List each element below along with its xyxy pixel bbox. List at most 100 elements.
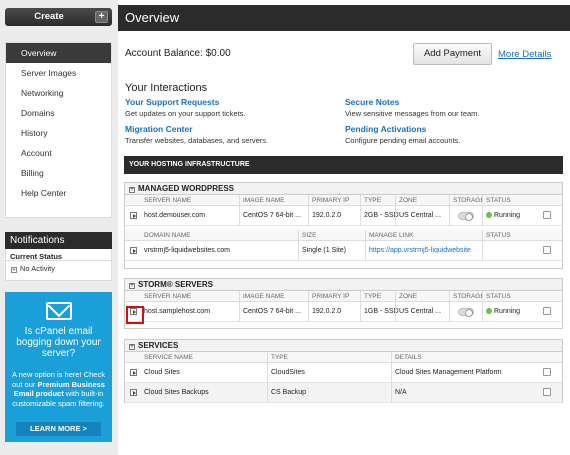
create-label: Create (34, 11, 64, 22)
sidebar-item-billing[interactable]: Billing (6, 163, 111, 183)
server-zone: US Central ... (399, 212, 442, 219)
column-header: STATUS (486, 232, 511, 239)
server-name: host.demouser.com (144, 212, 206, 219)
table-header-row: SERVICE NAME TYPE DETAILS (125, 352, 562, 363)
secure-notes-link[interactable]: Secure Notes (345, 97, 399, 107)
storm-servers-header[interactable]: + STORM® SERVERS (125, 279, 562, 291)
expand-row-icon[interactable] (130, 389, 137, 396)
column-header: STORAGE (453, 293, 483, 300)
image-name: CentOS 7 64-bit ... (243, 308, 301, 315)
domain-name: vrstrmj5-liquidwebsites.com (144, 247, 230, 254)
section-title: STORM® SERVERS (138, 280, 213, 289)
managed-wordpress-header[interactable]: + MANAGED WORDPRESS (125, 183, 562, 195)
page-header: Overview (118, 5, 570, 31)
section-title: SERVICES (138, 341, 179, 350)
column-header: SERVER NAME (144, 293, 192, 300)
server-type: 1GB - SSD (364, 308, 399, 315)
notifications-panel: Current Status + No Activity (5, 249, 112, 281)
promo-banner[interactable]: Is cPanel email bogging down your server… (5, 292, 112, 442)
sidebar-item-history[interactable]: History (6, 123, 111, 143)
infrastructure-title: YOUR HOSTING INFRASTRUCTURE (124, 156, 563, 174)
column-header: ZONE (399, 197, 418, 204)
status-label: Running (494, 212, 521, 219)
page-title: Overview (125, 10, 180, 25)
service-type: CloudSites (271, 369, 305, 376)
sidebar-item-help-center[interactable]: Help Center (6, 183, 111, 203)
storm-servers-section: + STORM® SERVERS SERVER NAME IMAGE NAME P… (124, 278, 563, 329)
sidebar: Create + Overview Server Images Networki… (0, 0, 118, 455)
server-name: host.samplehost.com (144, 308, 211, 315)
column-header: SERVICE NAME (144, 354, 194, 361)
expand-row-icon[interactable] (130, 369, 137, 376)
learn-more-button[interactable]: LEARN MORE > (16, 422, 101, 436)
more-details-link[interactable]: More Details (498, 49, 551, 60)
storage-toggle[interactable] (458, 308, 474, 317)
row-checkbox[interactable] (543, 368, 551, 376)
table-row[interactable]: host.samplehost.com CentOS 7 64-bit ... … (125, 302, 562, 322)
sidebar-item-account[interactable]: Account (6, 143, 111, 163)
service-type: CS Backup (271, 389, 307, 396)
expand-row-icon[interactable] (130, 247, 137, 254)
collapse-icon[interactable]: + (129, 187, 135, 193)
column-header: IMAGE NAME (243, 197, 285, 204)
sidebar-item-server-images[interactable]: Server Images (6, 63, 111, 83)
row-checkbox[interactable] (543, 211, 551, 219)
column-header: DOMAIN NAME (144, 232, 191, 239)
expand-row-icon[interactable] (130, 212, 137, 219)
sidebar-nav: Overview Server Images Networking Domain… (5, 42, 112, 218)
column-header: IMAGE NAME (243, 293, 285, 300)
envelope-icon (46, 302, 72, 320)
domain-size: Single (1 Site) (302, 247, 346, 254)
collapse-icon[interactable]: + (129, 283, 135, 289)
column-header: TYPE (364, 293, 381, 300)
manage-link[interactable]: https://app.vrstrmj5-liquidwebsite (369, 241, 481, 260)
promo-body: A new option is here! Check out our Prem… (9, 370, 108, 408)
sidebar-item-overview[interactable]: Overview (6, 43, 111, 63)
support-requests-link[interactable]: Your Support Requests (125, 97, 219, 107)
managed-wordpress-section: + MANAGED WORDPRESS SERVER NAME IMAGE NAM… (124, 182, 563, 269)
add-payment-button[interactable]: Add Payment (413, 43, 492, 65)
server-type: 2GB - SSD (364, 212, 399, 219)
table-row[interactable]: vrstrmj5-liquidwebsites.com Single (1 Si… (125, 241, 562, 261)
service-details: Cloud Sites Management Platform (395, 369, 502, 376)
column-header: TYPE (364, 197, 381, 204)
storage-toggle[interactable] (458, 212, 474, 221)
promo-title-line: bogging down your (16, 337, 101, 348)
column-header: MANAGE LINK (369, 232, 414, 239)
status-running: Running (486, 206, 520, 225)
promo-title-line: server? (41, 348, 76, 359)
plus-icon[interactable]: + (95, 11, 108, 23)
column-header: PRIMARY IP (312, 293, 350, 300)
pending-activations-desc: Configure pending email accounts. (345, 136, 461, 145)
table-row[interactable]: Cloud Sites CloudSites Cloud Sites Manag… (125, 363, 562, 383)
section-title: MANAGED WORDPRESS (138, 184, 235, 193)
promo-title-line: Is cPanel email (24, 326, 93, 337)
row-checkbox[interactable] (543, 246, 551, 254)
table-row[interactable]: Cloud Sites Backups CS Backup N/A (125, 383, 562, 403)
promo-title: Is cPanel email bogging down your server… (9, 326, 108, 359)
sidebar-item-domains[interactable]: Domains (6, 103, 111, 123)
sidebar-item-networking[interactable]: Networking (6, 83, 111, 103)
column-header: TYPE (271, 354, 288, 361)
row-checkbox[interactable] (543, 388, 551, 396)
column-header: SIZE (302, 232, 317, 239)
create-button[interactable]: Create + (5, 8, 112, 26)
table-header-row: SERVER NAME IMAGE NAME PRIMARY IP TYPE Z… (125, 195, 562, 206)
column-header: ZONE (399, 293, 418, 300)
services-header[interactable]: + SERVICES (125, 340, 562, 352)
services-section: + SERVICES SERVICE NAME TYPE DETAILS Clou… (124, 339, 563, 403)
status-label: Running (494, 308, 521, 315)
no-activity-item[interactable]: + No Activity (6, 261, 111, 273)
running-dot-icon (486, 308, 492, 314)
table-row[interactable]: host.demouser.com CentOS 7 64-bit ... 19… (125, 206, 562, 226)
pending-activations-link[interactable]: Pending Activations (345, 124, 426, 134)
migration-center-desc: Transfer websites, databases, and server… (125, 136, 269, 145)
collapse-icon[interactable]: + (129, 344, 135, 350)
row-checkbox[interactable] (543, 307, 551, 315)
current-status-label: Current Status (6, 249, 111, 261)
expand-icon: + (11, 267, 17, 273)
service-name: Cloud Sites Backups (144, 389, 209, 396)
running-dot-icon (486, 212, 492, 218)
migration-center-link[interactable]: Migration Center (125, 124, 193, 134)
highlight-annotation (126, 306, 144, 324)
